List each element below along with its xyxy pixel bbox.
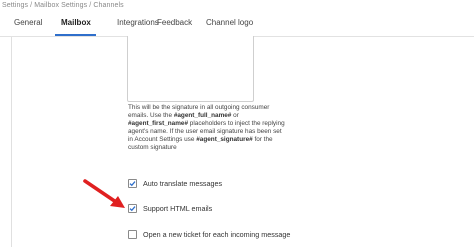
- active-tab-indicator: [55, 34, 96, 36]
- section-divider: [11, 37, 12, 247]
- new-ticket-label: Open a new ticket for each incoming mess…: [143, 230, 291, 239]
- signature-editor[interactable]: [127, 36, 254, 102]
- tab-general[interactable]: General: [14, 18, 42, 27]
- auto-translate-label: Auto translate messages: [143, 179, 223, 188]
- new-ticket-option[interactable]: Open a new ticket for each incoming mess…: [128, 230, 290, 239]
- auto-translate-option[interactable]: Auto translate messages: [128, 179, 222, 188]
- tab-feedback[interactable]: Feedback: [157, 18, 192, 27]
- breadcrumb: Settings / Mailbox Settings / Channels: [2, 2, 124, 9]
- placeholder-agent-full-name: #agent_full_name#: [173, 112, 232, 120]
- support-html-label: Support HTML emails: [143, 204, 213, 213]
- annotation-arrow-icon: [83, 179, 125, 208]
- placeholder-agent-first-name: #agent_first_name#: [128, 120, 189, 128]
- placeholder-agent-signature: #agent_signature#: [196, 136, 253, 144]
- checkmark-icon: [129, 181, 136, 187]
- tab-channel-logo[interactable]: Channel logo: [206, 18, 253, 27]
- tab-mailbox[interactable]: Mailbox: [61, 18, 91, 27]
- tab-integrations[interactable]: Integrations: [117, 18, 159, 27]
- tab-bar: General Mailbox Integrations Feedback Ch…: [0, 14, 474, 37]
- auto-translate-checkbox[interactable]: [128, 179, 137, 188]
- support-html-option[interactable]: Support HTML emails: [128, 204, 212, 213]
- support-html-checkbox[interactable]: [128, 204, 137, 213]
- new-ticket-checkbox[interactable]: [128, 230, 137, 239]
- signature-help-text: This will be the signature in all outgoi…: [128, 104, 285, 152]
- checkmark-icon: [129, 206, 136, 212]
